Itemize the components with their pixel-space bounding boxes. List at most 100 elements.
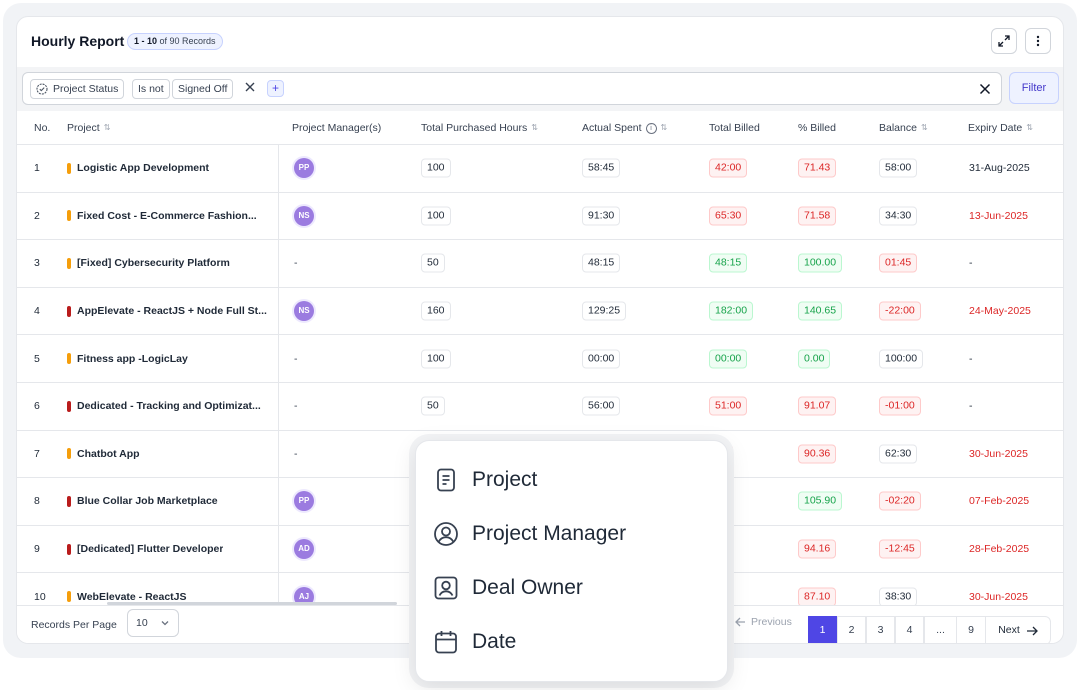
arrow-left-icon (735, 617, 745, 627)
remove-filter-icon[interactable] (244, 81, 256, 93)
priority-marker (67, 353, 71, 365)
avatar[interactable]: NS (294, 301, 314, 322)
dropdown-item-deal-owner[interactable]: Deal Owner (433, 575, 583, 601)
percent-billed: 0.00 (798, 349, 831, 369)
project-cell[interactable]: Dedicated - Tracking and Optimizat... (67, 400, 272, 412)
project-cell[interactable]: WebElevate - ReactJS (67, 591, 272, 603)
actual-spent: 129:25 (582, 301, 627, 321)
sort-icon[interactable]: ⇅ (661, 124, 668, 132)
col-balance[interactable]: Balance ⇅ (879, 122, 928, 134)
clear-filters-icon[interactable] (979, 83, 991, 95)
balance: -02:20 (879, 491, 921, 511)
purchased-hours: 50 (421, 253, 445, 273)
percent-billed: 100.00 (798, 253, 843, 273)
records-per-page-select[interactable]: 10 (127, 609, 179, 637)
percent-billed: 90.36 (798, 444, 837, 464)
dropdown-item-project-manager[interactable]: Project Manager (433, 521, 626, 547)
table-row[interactable]: 1 Logistic App Development PP 100 58:45 42… (17, 145, 1063, 193)
table-row[interactable]: 5 Fitness app -LogicLay -100 00:00 00:00 … (17, 335, 1063, 383)
col-spent[interactable]: Actual Spent i ⇅ (582, 122, 667, 134)
avatar[interactable]: NS (294, 205, 314, 226)
page-button-3[interactable]: 3 (866, 616, 895, 643)
expiry-date: 07-Feb-2025 (969, 495, 1030, 508)
project-cell[interactable]: Blue Collar Job Marketplace (67, 495, 272, 507)
chevron-down-icon (161, 621, 169, 626)
priority-marker (67, 591, 71, 603)
actual-spent: 00:00 (582, 349, 621, 369)
project-name: [Fixed] Cybersecurity Platform (77, 257, 230, 270)
row-number: 9 (34, 543, 40, 556)
filter-value-chip[interactable]: Signed Off (172, 79, 234, 99)
column-divider (278, 287, 279, 335)
priority-marker (67, 305, 71, 317)
dropdown-item-date[interactable]: Date (433, 629, 516, 655)
sort-icon[interactable]: ⇅ (921, 124, 928, 132)
avatar[interactable]: PP (294, 491, 314, 512)
percent-billed: 140.65 (798, 301, 843, 321)
records-range: 1 - 10 (134, 36, 158, 46)
project-cell[interactable]: AppElevate - ReactJS + Node Full St... (67, 305, 272, 317)
filter-operator-chip[interactable]: Is not (132, 79, 170, 99)
records-badge: 1 - 10 of 90 Records (127, 33, 223, 50)
total-billed: 00:00 (709, 349, 748, 369)
col-purchased[interactable]: Total Purchased Hours ⇅ (421, 122, 538, 134)
sort-icon[interactable]: ⇅ (531, 124, 538, 132)
project-cell[interactable]: Chatbot App (67, 448, 272, 460)
manager-none: - (294, 447, 298, 460)
expiry-date: 13-Jun-2025 (969, 209, 1028, 222)
more-options-button[interactable] (1025, 28, 1051, 54)
project-cell[interactable]: Fixed Cost - E-Commerce Fashion... (67, 210, 272, 222)
percent-billed: 94.16 (798, 539, 837, 559)
previous-button[interactable]: Previous (735, 616, 792, 628)
project-name: Blue Collar Job Marketplace (77, 495, 218, 508)
col-project[interactable]: Project ⇅ (67, 122, 110, 134)
page-button-4[interactable]: 4 (895, 616, 924, 643)
expand-button[interactable] (991, 28, 1017, 54)
project-cell[interactable]: Fitness app -LogicLay (67, 353, 272, 365)
table-row[interactable]: 6 Dedicated - Tracking and Optimizat... … (17, 383, 1063, 431)
project-cell[interactable]: Logistic App Development (67, 162, 272, 174)
sort-icon[interactable]: ⇅ (104, 124, 111, 132)
total-billed: 65:30 (709, 206, 748, 226)
table-row[interactable]: 3 [Fixed] Cybersecurity Platform - 50 48:1… (17, 240, 1063, 288)
filter-button[interactable]: Filter (1009, 72, 1059, 104)
dropdown-item-project[interactable]: Project (433, 467, 537, 493)
project-name: Chatbot App (77, 447, 140, 460)
priority-marker (67, 543, 71, 555)
percent-billed: 91.07 (798, 396, 837, 416)
row-number: 7 (34, 447, 40, 460)
table-row[interactable]: 4 AppElevate - ReactJS + Node Full St...… (17, 287, 1063, 336)
filter-field-chip[interactable]: Project Status (30, 79, 125, 99)
expiry-date: - (969, 352, 973, 365)
priority-marker (67, 257, 71, 269)
report-header: Hourly Report 1 - 10 of 90 Records (17, 17, 1063, 67)
project-cell[interactable]: [Fixed] Cybersecurity Platform (67, 257, 272, 269)
manager-none: - (294, 352, 298, 365)
table-row[interactable]: 2 Fixed Cost - E-Commerce Fashion... NS 1… (17, 192, 1063, 241)
percent-billed: 87.10 (798, 587, 837, 607)
page-button-9[interactable]: 9 (956, 616, 986, 643)
col-expiry[interactable]: Expiry Date ⇅ (968, 122, 1033, 134)
column-divider (278, 525, 279, 573)
percent-billed: 71.58 (798, 206, 837, 226)
total-billed: 42:00 (709, 158, 748, 178)
project-cell[interactable]: [Dedicated] Flutter Developer (67, 543, 272, 555)
col-billed: Total Billed (709, 122, 760, 134)
next-button[interactable]: Next (985, 616, 1051, 643)
records-per-page-label: Records Per Page (31, 619, 117, 631)
avatar[interactable]: AD (294, 539, 314, 560)
expiry-date: 31-Aug-2025 (969, 162, 1030, 175)
page-button-1[interactable]: 1 (808, 616, 837, 643)
actual-spent: 58:45 (582, 158, 621, 178)
add-filter-button[interactable]: + (267, 80, 284, 97)
info-icon[interactable]: i (645, 122, 657, 134)
expiry-date: 28-Feb-2025 (969, 543, 1030, 556)
actual-spent: 56:00 (582, 396, 621, 416)
row-number: 3 (34, 257, 40, 270)
filter-bar[interactable]: Project Status Is not Signed Off + (22, 72, 1002, 105)
avatar[interactable]: PP (294, 158, 314, 179)
page-button-2[interactable]: 2 (837, 616, 866, 643)
balance: -01:00 (879, 396, 921, 416)
sort-icon[interactable]: ⇅ (1026, 124, 1033, 132)
priority-marker (67, 210, 71, 222)
